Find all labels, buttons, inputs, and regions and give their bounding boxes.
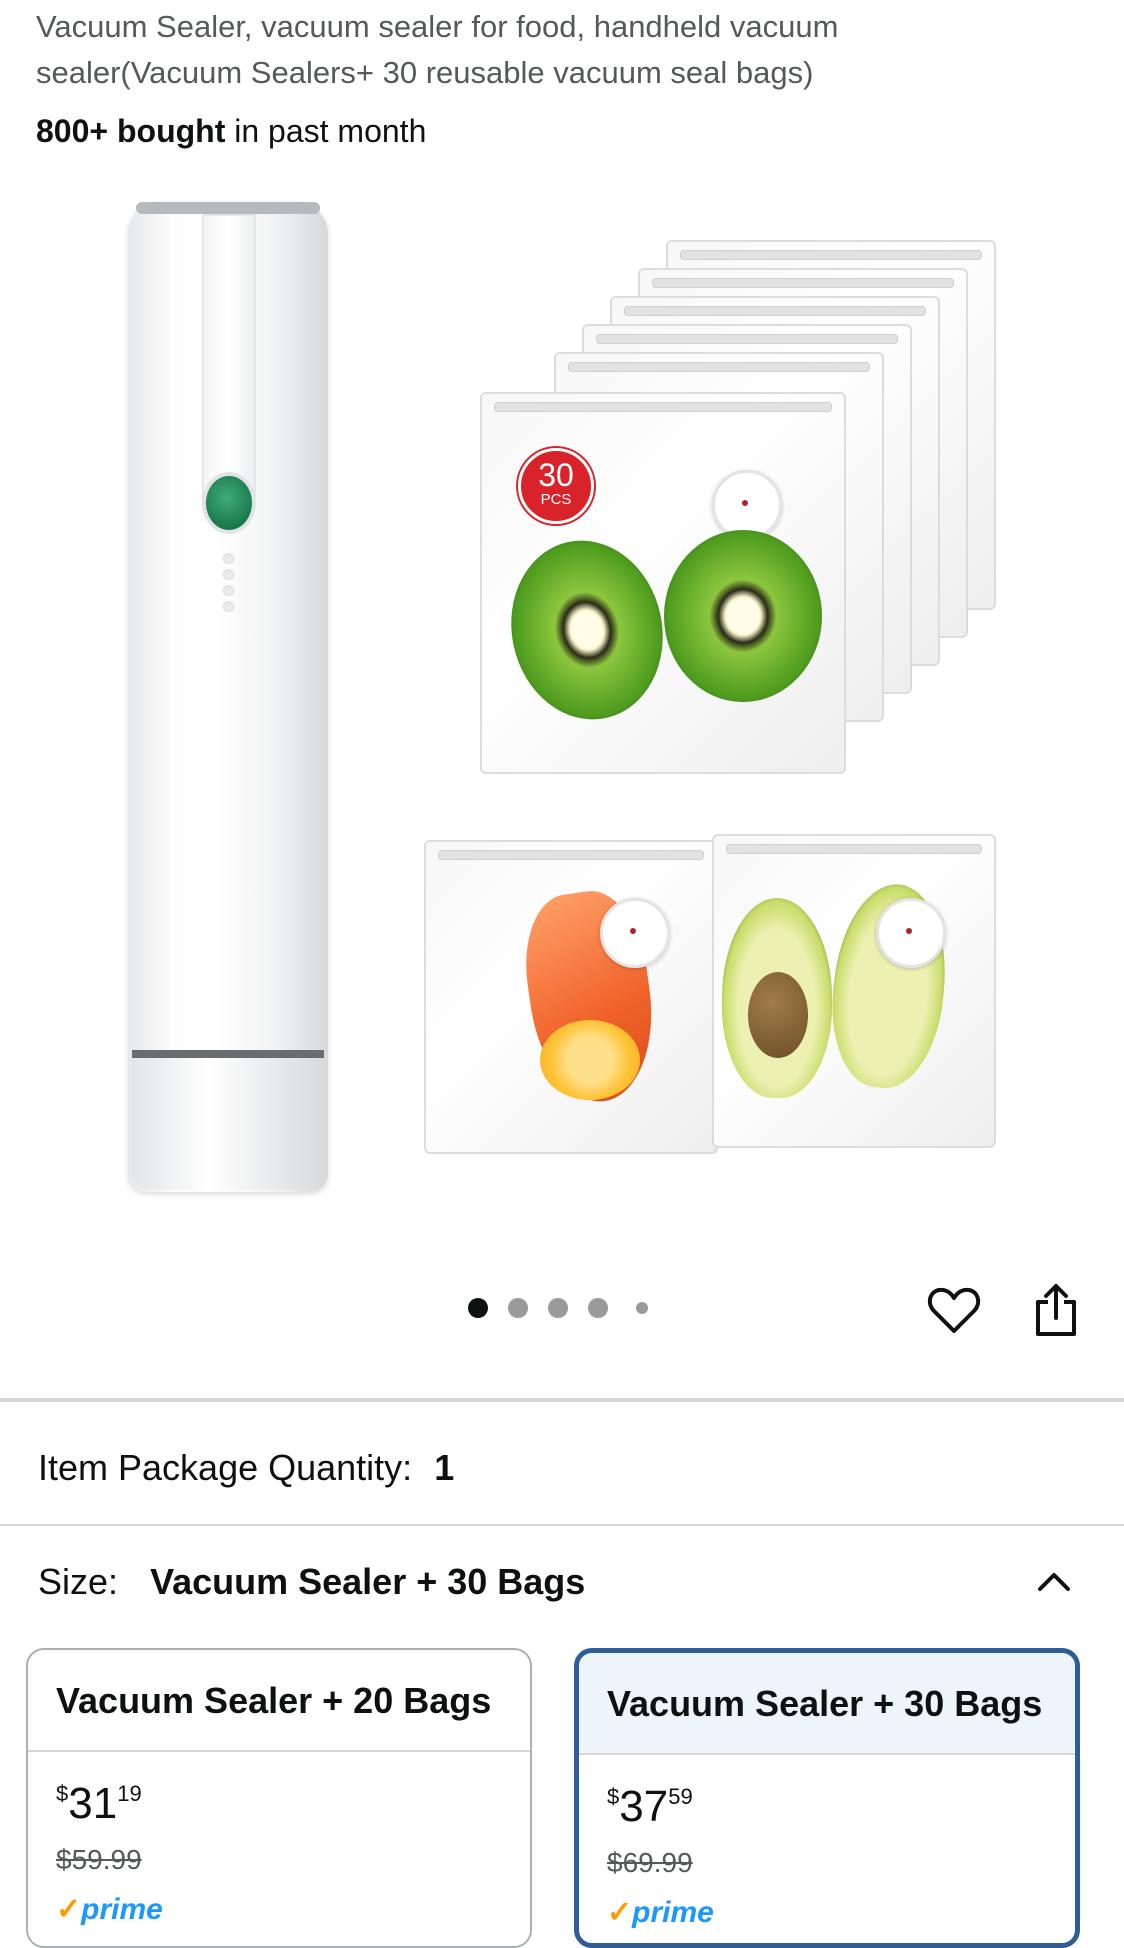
package-quantity-value: 1 <box>434 1447 455 1488</box>
size-option-name: Vacuum Sealer + 30 Bags <box>579 1653 1075 1755</box>
size-option-list-price: $69.99 <box>607 1847 693 1878</box>
product-title: Vacuum Sealer, vacuum sealer for food, h… <box>36 9 839 90</box>
bought-count: 800+ bought <box>36 113 226 149</box>
badge-unit: PCS <box>540 491 572 508</box>
prime-badge: ✓prime <box>607 1896 714 1929</box>
prime-badge: ✓prime <box>56 1893 163 1926</box>
size-option-price: $3119 <box>56 1779 142 1828</box>
section-divider <box>0 1524 1124 1526</box>
image-dot-4[interactable] <box>588 1298 608 1318</box>
product-image-gallery[interactable]: 30 PCS <box>0 180 1124 1220</box>
image-dot-2[interactable] <box>508 1298 528 1318</box>
collapse-size-button[interactable] <box>1030 1558 1078 1606</box>
size-option-name: Vacuum Sealer + 20 Bags <box>28 1650 530 1752</box>
package-quantity-row[interactable]: Item Package Quantity: 1 <box>38 1446 454 1490</box>
share-icon <box>1036 1284 1076 1336</box>
favorite-button[interactable] <box>924 1280 984 1340</box>
vacuum-sealer-device-image <box>128 202 328 1192</box>
size-selector-header[interactable]: Size: Vacuum Sealer + 30 Bags <box>38 1560 585 1604</box>
share-button[interactable] <box>1026 1280 1086 1340</box>
power-button-graphic <box>202 472 256 534</box>
badge-number: 30 <box>538 457 574 493</box>
package-quantity-label: Item Package Quantity: <box>38 1447 413 1488</box>
heart-outline-icon <box>927 1287 981 1333</box>
chevron-up-icon <box>1038 1573 1070 1591</box>
size-label: Size: <box>38 1561 119 1602</box>
image-dot-1[interactable] <box>468 1298 488 1318</box>
size-option-30-bags[interactable]: Vacuum Sealer + 30 Bags $3759 $69.99 ✓pr… <box>574 1648 1080 1948</box>
image-dot-5[interactable] <box>636 1302 648 1314</box>
section-divider <box>0 1398 1124 1402</box>
size-option-list-price: $59.99 <box>56 1844 142 1875</box>
size-option-20-bags[interactable]: Vacuum Sealer + 20 Bags $3119 $59.99 ✓pr… <box>26 1648 532 1948</box>
bought-suffix: in past month <box>225 113 427 149</box>
size-option-price: $3759 <box>607 1782 693 1831</box>
image-dot-3[interactable] <box>548 1298 568 1318</box>
bought-in-past-month: 800+ bought in past month <box>36 108 426 154</box>
quantity-badge: 30 PCS <box>518 448 594 524</box>
size-selected-value: Vacuum Sealer + 30 Bags <box>150 1561 586 1602</box>
